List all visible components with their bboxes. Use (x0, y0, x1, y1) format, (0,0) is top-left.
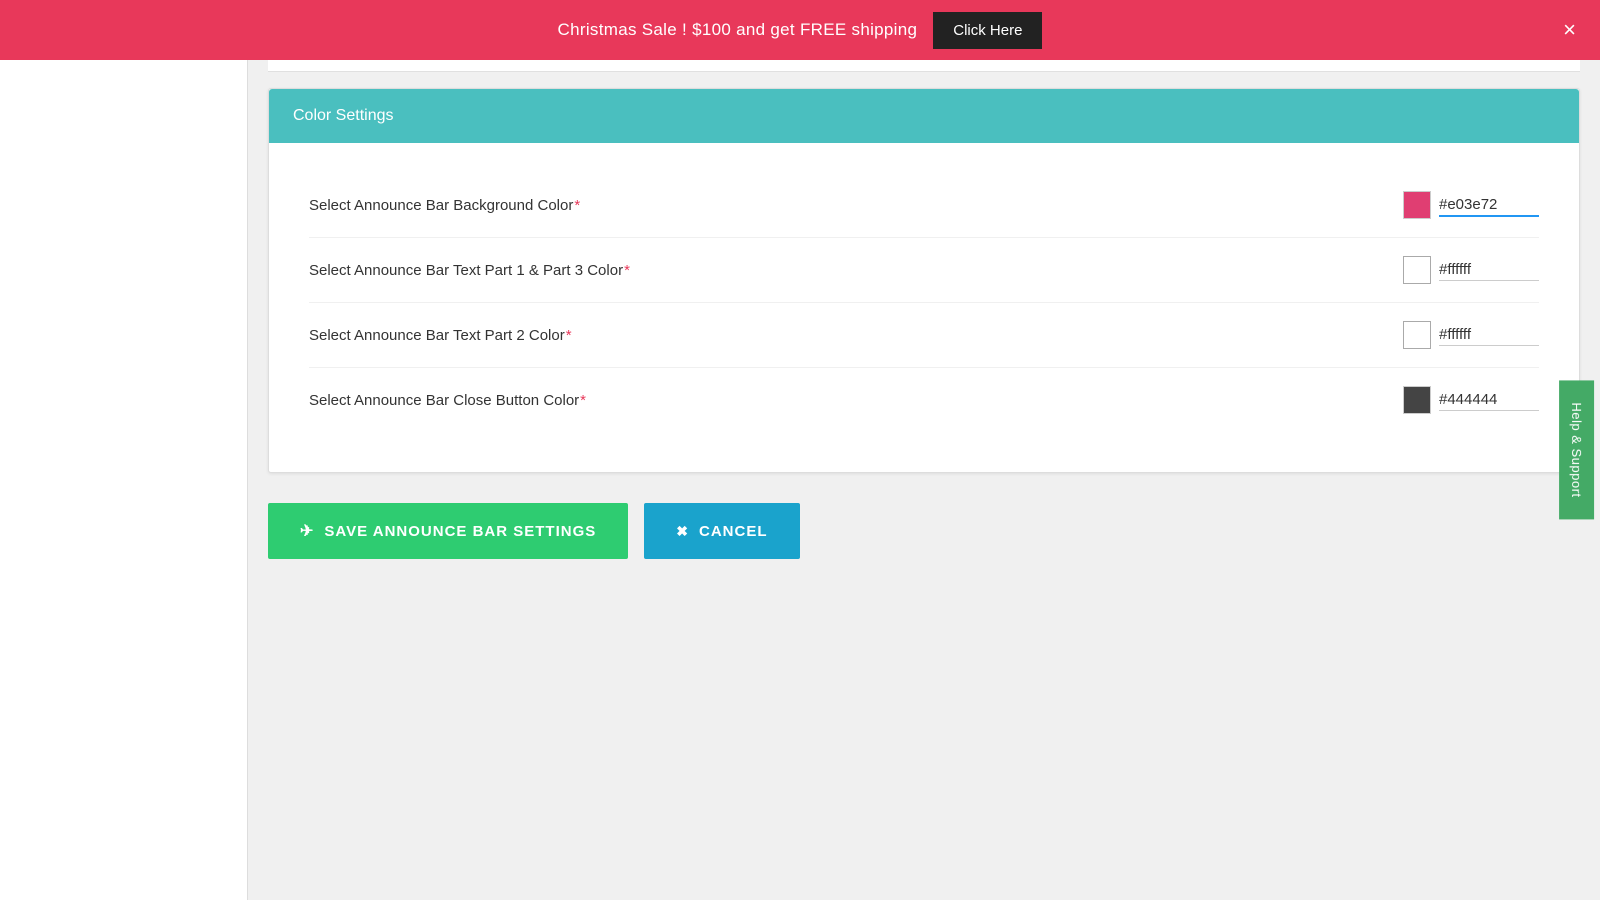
main-content: Color Settings Select Announce Bar Backg… (0, 60, 1600, 900)
cancel-icon: ✖ (676, 523, 689, 540)
text2-color-input-group (1403, 321, 1539, 349)
announcement-click-button[interactable]: Click Here (933, 12, 1042, 49)
help-support-tab-container: Help & Support (1559, 380, 1594, 519)
help-support-button[interactable]: Help & Support (1559, 380, 1594, 519)
card-header: Color Settings (269, 89, 1579, 143)
bg-color-label: Select Announce Bar Background Color* (309, 197, 580, 214)
form-row-close-color: Select Announce Bar Close Button Color* (309, 368, 1539, 432)
save-button[interactable]: ✈ SAVE ANNOUNCE BAR SETTINGS (268, 503, 628, 559)
announcement-bar: Christmas Sale ! $100 and get FREE shipp… (0, 0, 1600, 60)
text2-color-text-input[interactable] (1439, 324, 1539, 346)
text2-color-label: Select Announce Bar Text Part 2 Color* (309, 327, 572, 344)
bg-color-input-group (1403, 191, 1539, 219)
close-color-input-group (1403, 386, 1539, 414)
bg-color-text-input[interactable] (1439, 194, 1539, 217)
bg-color-swatch[interactable] (1403, 191, 1431, 219)
buttons-row: ✈ SAVE ANNOUNCE BAR SETTINGS ✖ CANCEL (268, 503, 1580, 559)
text2-color-swatch[interactable] (1403, 321, 1431, 349)
announcement-close-button[interactable]: × (1563, 19, 1576, 41)
cancel-button[interactable]: ✖ CANCEL (644, 503, 799, 559)
save-icon: ✈ (300, 521, 314, 541)
sidebar (0, 60, 248, 900)
form-row-bg-color: Select Announce Bar Background Color* (309, 173, 1539, 238)
top-strip (268, 60, 1580, 72)
text13-color-input-group (1403, 256, 1539, 284)
text13-color-label: Select Announce Bar Text Part 1 & Part 3… (309, 262, 630, 279)
cancel-button-label: CANCEL (699, 523, 768, 540)
save-button-label: SAVE ANNOUNCE BAR SETTINGS (324, 523, 596, 540)
close-color-text-input[interactable] (1439, 389, 1539, 411)
card-header-title: Color Settings (293, 107, 394, 124)
required-star: * (624, 262, 630, 279)
announcement-text: Christmas Sale ! $100 and get FREE shipp… (558, 12, 1043, 49)
required-star: * (566, 327, 572, 344)
form-row-text2-color: Select Announce Bar Text Part 2 Color* (309, 303, 1539, 368)
announcement-message: Christmas Sale ! $100 and get FREE shipp… (558, 20, 918, 40)
card-body: Select Announce Bar Background Color* Se… (269, 143, 1579, 472)
close-color-swatch[interactable] (1403, 386, 1431, 414)
text13-color-swatch[interactable] (1403, 256, 1431, 284)
text13-color-text-input[interactable] (1439, 259, 1539, 281)
form-row-text13-color: Select Announce Bar Text Part 1 & Part 3… (309, 238, 1539, 303)
color-settings-card: Color Settings Select Announce Bar Backg… (268, 88, 1580, 473)
close-color-label: Select Announce Bar Close Button Color* (309, 392, 586, 409)
content-area: Color Settings Select Announce Bar Backg… (248, 60, 1600, 900)
required-star: * (580, 392, 586, 409)
required-star: * (574, 197, 580, 214)
